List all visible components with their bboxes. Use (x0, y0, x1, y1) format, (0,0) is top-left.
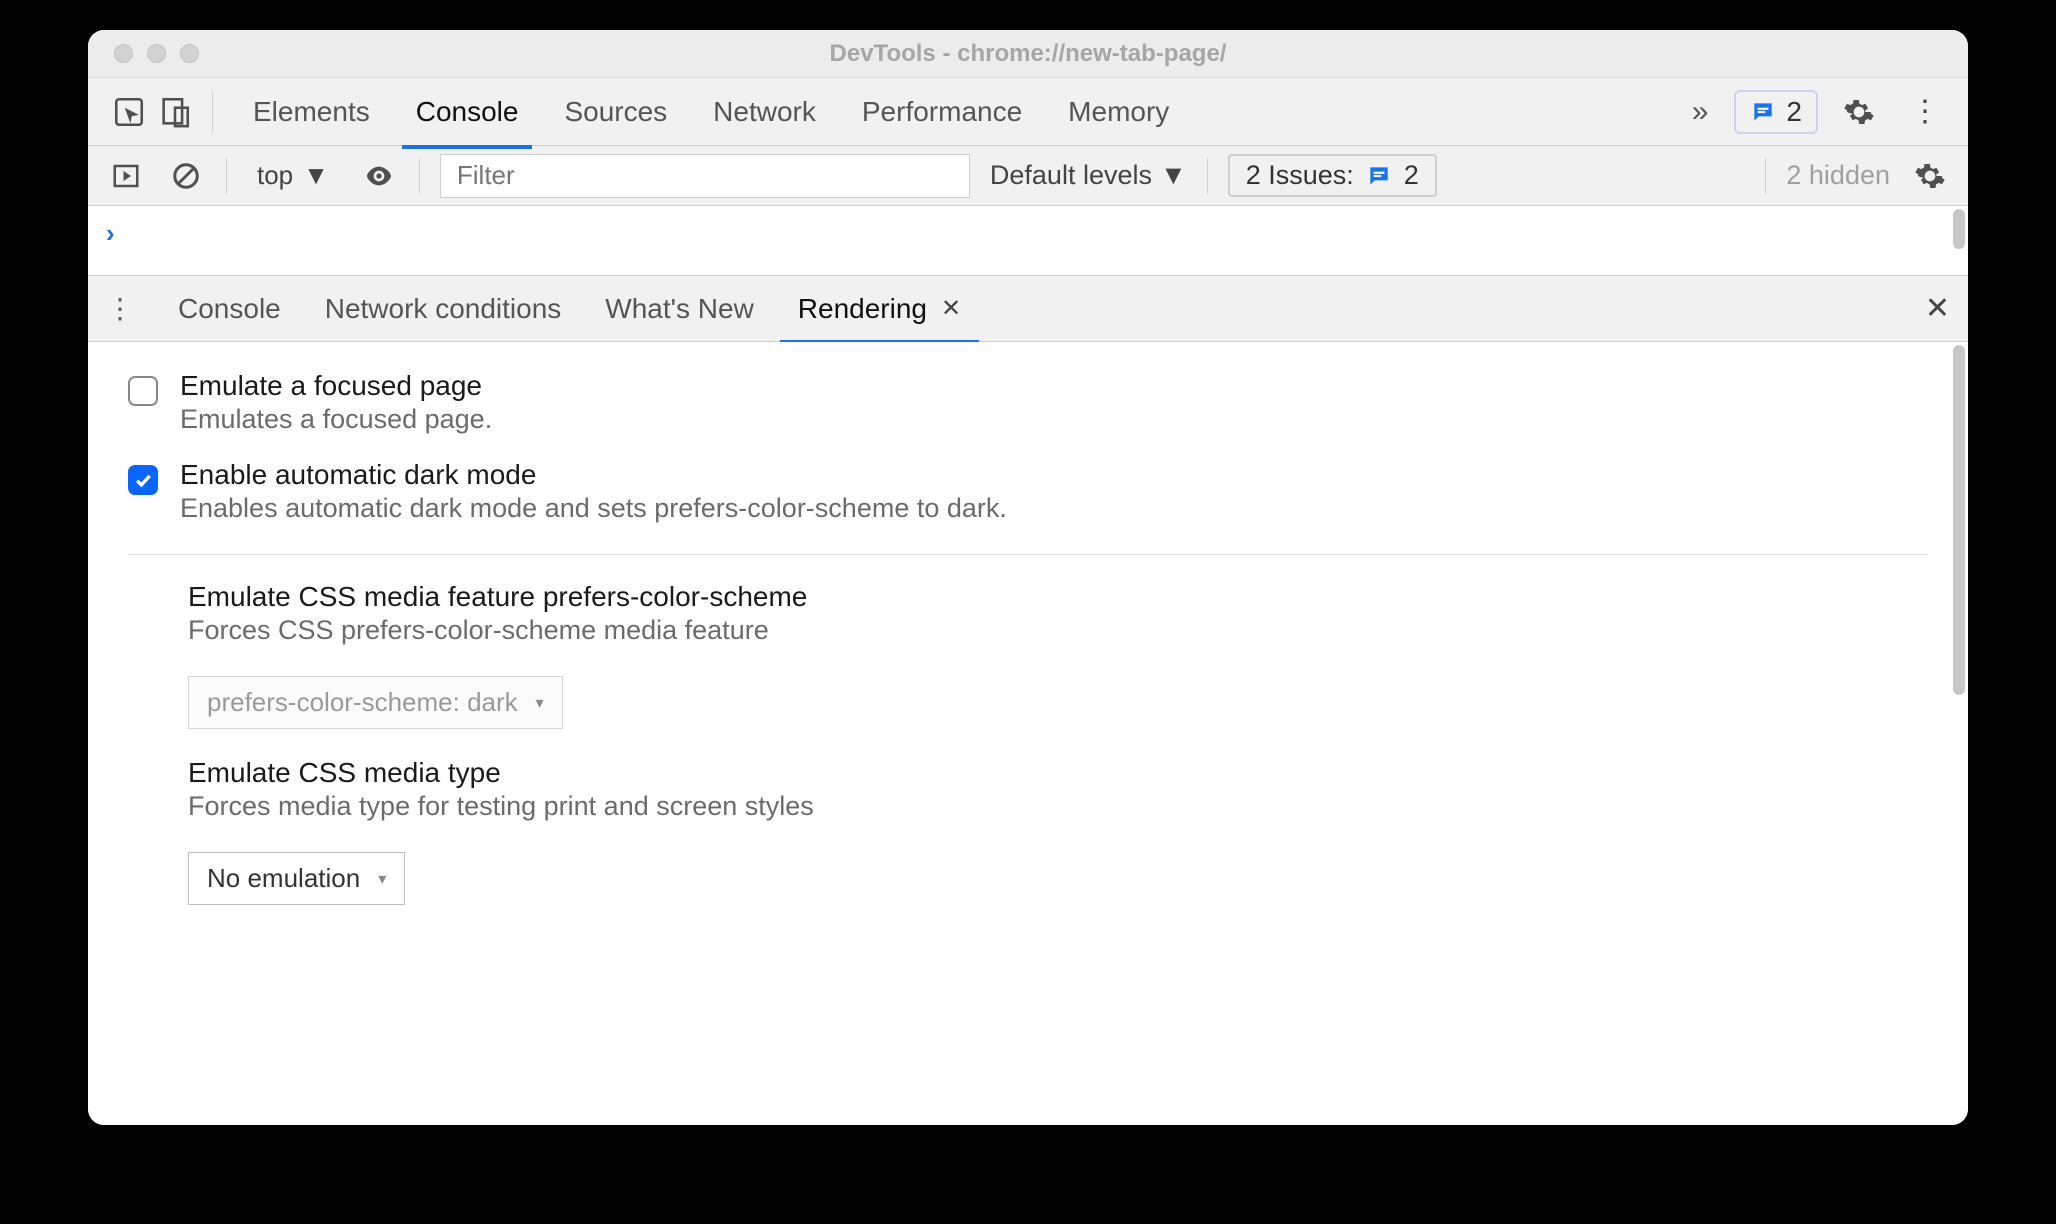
console-settings-icon[interactable] (1910, 156, 1950, 196)
option-title: Emulate a focused page (180, 370, 492, 402)
settings-icon[interactable] (1836, 89, 1882, 135)
select-value: prefers-color-scheme: dark (207, 687, 518, 718)
more-options-icon[interactable]: ⋮ (1900, 94, 1950, 129)
more-tabs-icon[interactable]: » (1684, 95, 1717, 129)
console-messages-badge[interactable]: 2 (1734, 90, 1818, 134)
media-type-section: Emulate CSS media type Forces media type… (88, 757, 1968, 933)
emulate-focused-page-option: Emulate a focused page Emulates a focuse… (88, 364, 1968, 453)
close-window-button[interactable] (114, 44, 133, 63)
dropdown-caret-icon: ▼ (1160, 160, 1187, 191)
inspect-element-icon[interactable] (106, 89, 152, 135)
separator (419, 158, 420, 194)
section-title: Emulate CSS media type (188, 757, 1928, 789)
context-selector[interactable]: top ▼ (247, 156, 339, 195)
drawer-tab-console[interactable]: Console (178, 279, 281, 339)
issues-button[interactable]: 2 Issues: 2 (1228, 154, 1437, 197)
console-input-area[interactable]: › (88, 206, 1968, 276)
log-levels-label: Default levels (990, 160, 1152, 191)
dropdown-caret-icon: ▼ (303, 160, 329, 191)
titlebar: DevTools - chrome://new-tab-page/ (88, 30, 1968, 78)
console-toolbar: top ▼ Default levels ▼ 2 Issues: 2 2 hid… (88, 146, 1968, 206)
drawer-tab-label: Rendering (798, 293, 927, 325)
console-prompt-icon: › (106, 218, 115, 249)
enable-dark-mode-checkbox[interactable] (128, 465, 158, 495)
minimize-window-button[interactable] (147, 44, 166, 63)
rendering-panel: Emulate a focused page Emulates a focuse… (88, 342, 1968, 1125)
option-title: Enable automatic dark mode (180, 459, 1007, 491)
separator (1207, 158, 1208, 194)
issues-label: 2 Issues: (1246, 160, 1354, 191)
section-description: Forces CSS prefers-color-scheme media fe… (188, 615, 1928, 646)
dropdown-caret-icon: ▾ (536, 693, 544, 713)
media-type-select[interactable]: No emulation ▾ (188, 852, 405, 905)
console-messages-count: 2 (1786, 96, 1802, 128)
dropdown-caret-icon: ▾ (378, 869, 386, 889)
clear-console-icon[interactable] (166, 156, 206, 196)
tab-performance[interactable]: Performance (862, 82, 1022, 142)
window-title: DevTools - chrome://new-tab-page/ (88, 40, 1968, 68)
prefers-color-scheme-section: Emulate CSS media feature prefers-color-… (88, 581, 1968, 757)
drawer-tab-network-conditions[interactable]: Network conditions (325, 279, 562, 339)
scrollbar-thumb[interactable] (1953, 209, 1965, 249)
traffic-lights (88, 44, 199, 63)
tabbar-right: » 2 ⋮ (1684, 89, 1950, 135)
tab-sources[interactable]: Sources (564, 82, 667, 142)
tab-console[interactable]: Console (416, 82, 519, 142)
divider (128, 554, 1928, 555)
prefers-color-scheme-select[interactable]: prefers-color-scheme: dark ▾ (188, 676, 563, 729)
select-value: No emulation (207, 863, 360, 894)
separator (1765, 158, 1766, 194)
zoom-window-button[interactable] (180, 44, 199, 63)
option-description: Emulates a focused page. (180, 404, 492, 435)
log-levels-dropdown[interactable]: Default levels ▼ (990, 160, 1187, 191)
drawer-tab-rendering[interactable]: Rendering ✕ (798, 279, 961, 339)
main-tabbar: Elements Console Sources Network Perform… (88, 78, 1968, 146)
issues-count: 2 (1404, 160, 1419, 191)
section-title: Emulate CSS media feature prefers-color-… (188, 581, 1928, 613)
live-expression-icon[interactable] (359, 156, 399, 196)
close-tab-icon[interactable]: ✕ (941, 294, 961, 323)
context-label: top (257, 160, 293, 191)
hidden-messages-label[interactable]: 2 hidden (1786, 160, 1890, 191)
scrollbar-thumb[interactable] (1953, 345, 1965, 695)
separator (226, 158, 227, 194)
filter-input[interactable] (440, 154, 970, 198)
tab-elements[interactable]: Elements (253, 82, 370, 142)
option-description: Enables automatic dark mode and sets pre… (180, 493, 1007, 524)
separator (212, 92, 213, 132)
drawer-tabbar: ⋮ Console Network conditions What's New … (88, 276, 1968, 342)
toggle-sidebar-icon[interactable] (106, 156, 146, 196)
devtools-window: DevTools - chrome://new-tab-page/ Elemen… (88, 30, 1968, 1125)
main-tabs: Elements Console Sources Network Perform… (253, 82, 1684, 142)
close-drawer-icon[interactable]: ✕ (1925, 291, 1950, 326)
emulate-focused-page-checkbox[interactable] (128, 376, 158, 406)
tab-network[interactable]: Network (713, 82, 816, 142)
drawer-tab-whats-new[interactable]: What's New (605, 279, 754, 339)
section-description: Forces media type for testing print and … (188, 791, 1928, 822)
enable-dark-mode-option: Enable automatic dark mode Enables autom… (88, 453, 1968, 542)
drawer-more-icon[interactable]: ⋮ (106, 292, 134, 325)
device-toolbar-icon[interactable] (152, 89, 198, 135)
tab-memory[interactable]: Memory (1068, 82, 1169, 142)
